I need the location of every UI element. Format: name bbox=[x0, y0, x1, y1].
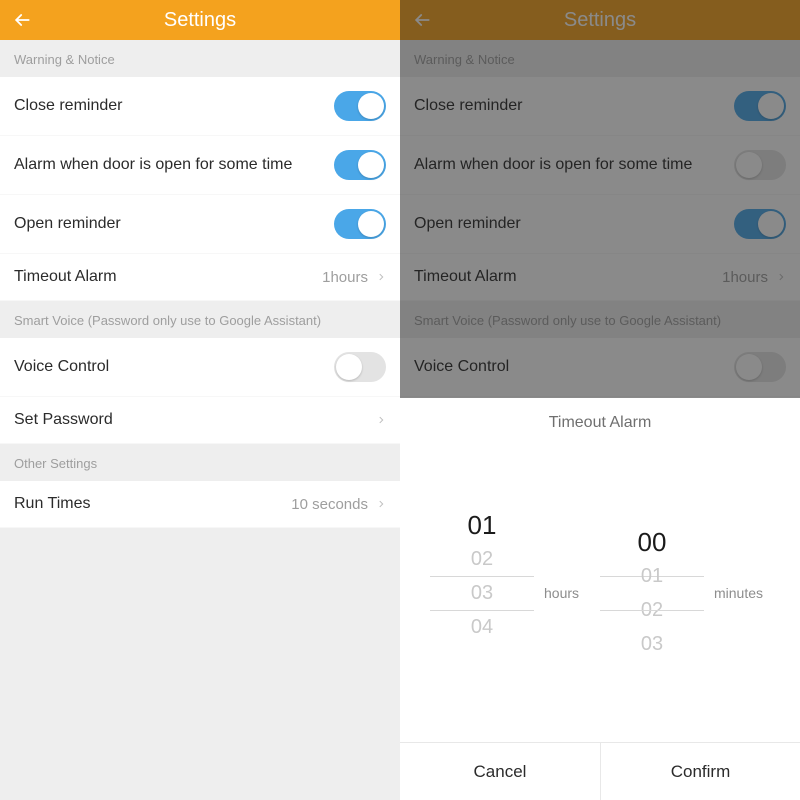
timeout-picker-sheet: Timeout Alarm 0001020304 hours 00010203 … bbox=[400, 398, 800, 800]
chevron-right-icon bbox=[376, 412, 386, 428]
picker-wheels: 0001020304 hours 00010203 minutes bbox=[400, 444, 800, 742]
picker-option[interactable]: 04 bbox=[430, 610, 534, 644]
picker-option[interactable]: 01 bbox=[430, 508, 534, 542]
cancel-button[interactable]: Cancel bbox=[400, 743, 600, 800]
picker-title: Timeout Alarm bbox=[400, 398, 800, 444]
app-header: Settings bbox=[0, 0, 400, 40]
page-title: Settings bbox=[164, 9, 236, 32]
picker-option[interactable]: 02 bbox=[600, 593, 704, 627]
voice-control-label: Voice Control bbox=[14, 358, 334, 376]
run-times-value: 10 seconds bbox=[291, 496, 368, 513]
back-button[interactable] bbox=[12, 0, 32, 40]
run-times-label: Run Times bbox=[14, 495, 291, 513]
picker-buttons: Cancel Confirm bbox=[400, 742, 800, 800]
row-open-reminder[interactable]: Open reminder bbox=[0, 195, 400, 254]
row-run-times[interactable]: Run Times 10 seconds bbox=[0, 481, 400, 528]
row-alarm-open[interactable]: Alarm when door is open for some time bbox=[0, 136, 400, 195]
minutes-column[interactable]: 00010203 minutes bbox=[600, 503, 770, 683]
hours-column[interactable]: 0001020304 hours bbox=[430, 503, 600, 683]
section-warning-label: Warning & Notice bbox=[0, 40, 400, 77]
close-reminder-toggle[interactable] bbox=[334, 91, 386, 121]
minutes-unit-label: minutes bbox=[714, 585, 770, 601]
alarm-open-toggle[interactable] bbox=[334, 150, 386, 180]
picker-option[interactable]: 01 bbox=[600, 559, 704, 593]
section-voice-label: Smart Voice (Password only use to Google… bbox=[0, 301, 400, 338]
chevron-right-icon bbox=[376, 496, 386, 512]
row-set-password[interactable]: Set Password bbox=[0, 397, 400, 444]
timeout-alarm-label: Timeout Alarm bbox=[14, 268, 322, 286]
alarm-open-label: Alarm when door is open for some time bbox=[14, 156, 334, 174]
confirm-button[interactable]: Confirm bbox=[600, 743, 800, 800]
picker-option[interactable]: 00 bbox=[600, 525, 704, 559]
chevron-right-icon bbox=[376, 269, 386, 285]
hours-unit-label: hours bbox=[544, 585, 600, 601]
row-voice-control[interactable]: Voice Control bbox=[0, 338, 400, 397]
timeout-alarm-value: 1hours bbox=[322, 269, 368, 286]
open-reminder-label: Open reminder bbox=[14, 215, 334, 233]
section-other-label: Other Settings bbox=[0, 444, 400, 481]
picker-option[interactable]: 03 bbox=[600, 627, 704, 661]
voice-control-toggle[interactable] bbox=[334, 352, 386, 382]
minutes-wheel[interactable]: 00010203 bbox=[600, 503, 704, 683]
row-close-reminder[interactable]: Close reminder bbox=[0, 77, 400, 136]
phone-right: Settings Warning & Notice Close reminder… bbox=[400, 0, 800, 800]
set-password-label: Set Password bbox=[14, 411, 376, 429]
phone-left: Settings Warning & Notice Close reminder… bbox=[0, 0, 400, 800]
open-reminder-toggle[interactable] bbox=[334, 209, 386, 239]
modal-backdrop[interactable] bbox=[400, 0, 800, 398]
hours-wheel[interactable]: 0001020304 bbox=[430, 503, 534, 683]
close-reminder-label: Close reminder bbox=[14, 97, 334, 115]
picker-option[interactable]: 02 bbox=[430, 542, 534, 576]
row-timeout-alarm[interactable]: Timeout Alarm 1hours bbox=[0, 254, 400, 301]
picker-option[interactable]: 03 bbox=[430, 576, 534, 610]
